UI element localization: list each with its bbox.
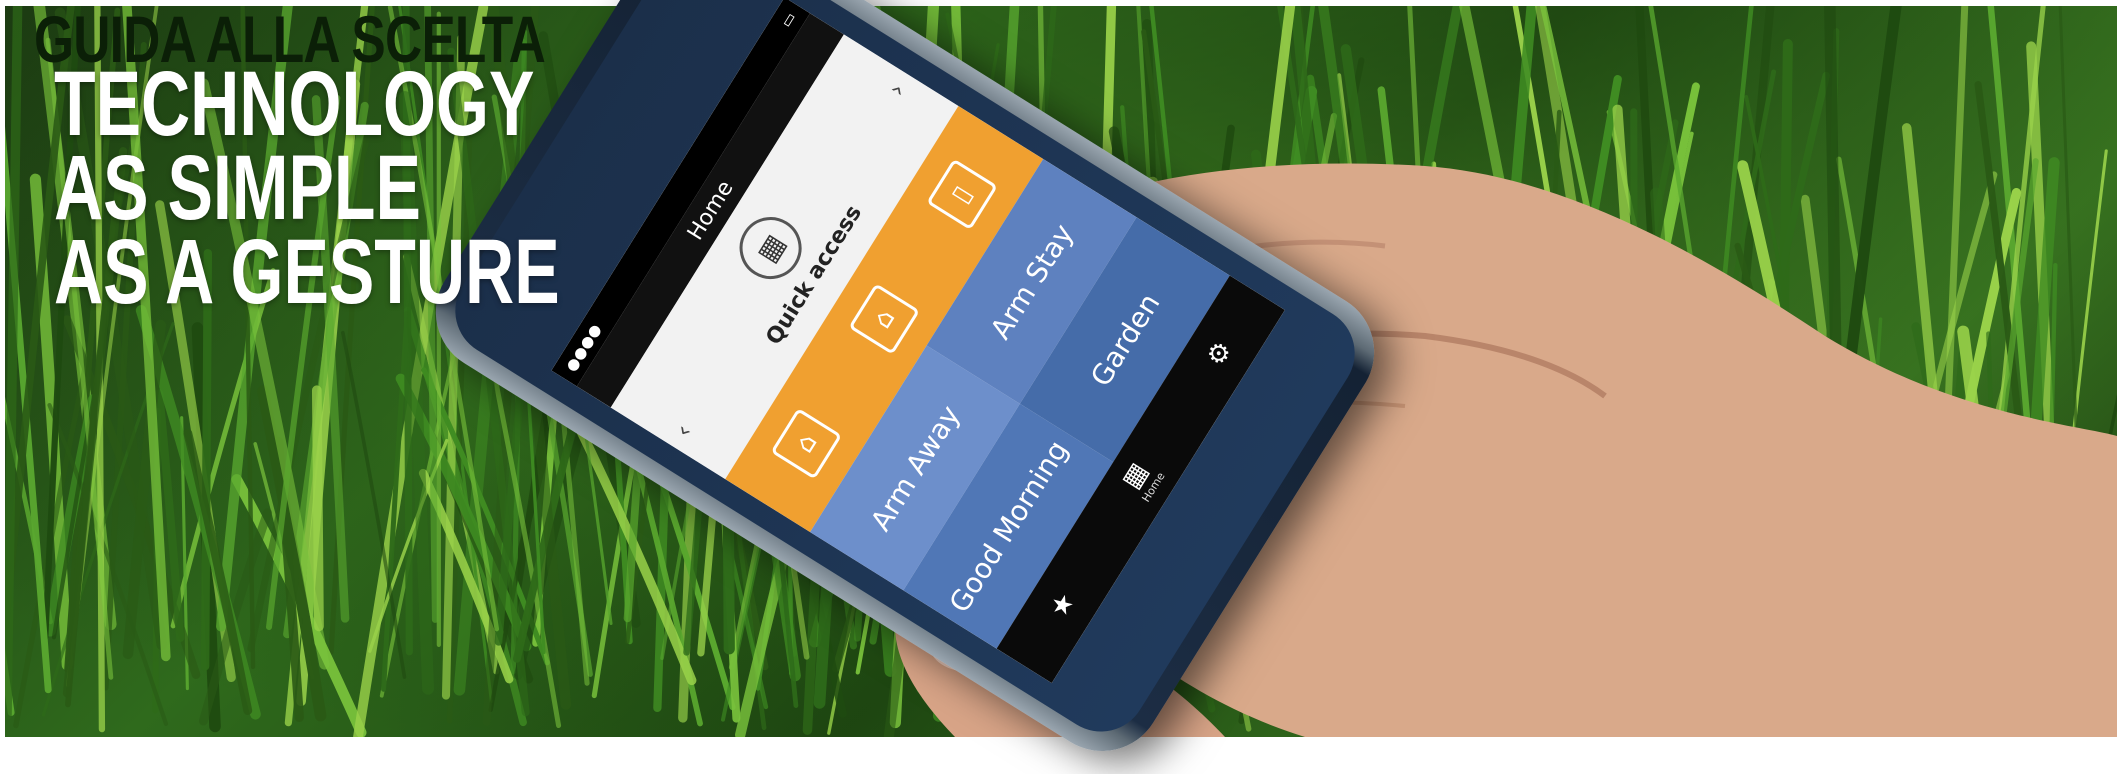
house-stay-icon[interactable]: ⌂: [848, 283, 920, 355]
chevron-left-icon[interactable]: ‹: [669, 419, 698, 442]
tab-settings[interactable]: ⚙: [1200, 336, 1238, 372]
scene-label: Arm Stay: [983, 218, 1079, 345]
headline-line-3: AS A GESTURE: [54, 230, 560, 314]
tab-home[interactable]: ▦Home: [1114, 454, 1168, 504]
star-icon: ★: [1043, 587, 1081, 623]
battery-icon: ▭: [777, 9, 800, 31]
door-icon[interactable]: ▯: [926, 159, 998, 231]
scene-label: Garden: [1084, 287, 1166, 392]
gear-icon: ⚙: [1200, 336, 1238, 372]
chevron-right-icon[interactable]: ›: [882, 78, 911, 101]
headline-line-2: AS SIMPLE: [54, 146, 421, 230]
grass-blade: [317, 390, 319, 626]
tab-favorites[interactable]: ★: [1043, 587, 1081, 623]
house-icon[interactable]: ⌂: [771, 408, 843, 480]
headline-block: GUIDA ALLA SCELTA TECHNOLOGY AS SIMPLE A…: [0, 0, 700, 320]
headline-line-1: TECHNOLOGY: [54, 62, 534, 146]
